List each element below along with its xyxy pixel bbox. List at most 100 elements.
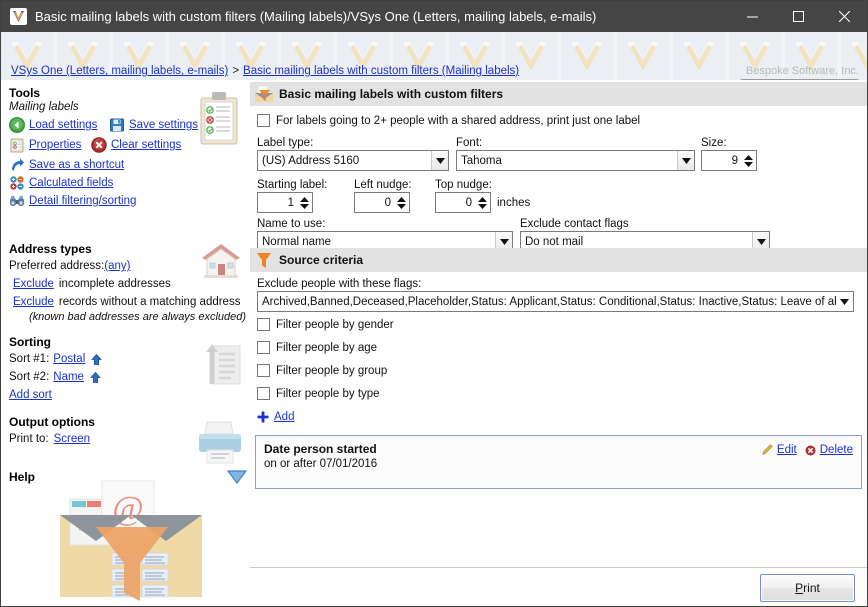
- tool-save-shortcut[interactable]: Save as a shortcut: [9, 156, 249, 174]
- filter-gender-label: Filter people by gender: [276, 319, 394, 331]
- filter-type-label: Filter people by type: [276, 388, 380, 400]
- breadcrumb-root-link[interactable]: VSys One (Letters, mailing labels, e-mai…: [11, 65, 228, 77]
- size-stepper-buttons[interactable]: [741, 151, 756, 170]
- sort-2-label: Sort #2:: [9, 371, 49, 383]
- size-stepper[interactable]: 9: [701, 150, 757, 171]
- red-x-circle-icon: [91, 137, 107, 153]
- tool-detail-filtering[interactable]: Detail filtering/sorting: [9, 192, 249, 210]
- starting-label-stepper-buttons[interactable]: [297, 193, 312, 212]
- exclude-incomplete-link[interactable]: Exclude: [13, 278, 54, 290]
- funnel-icon: [254, 250, 274, 270]
- tool-save-settings-label[interactable]: Save settings: [129, 119, 198, 131]
- name-to-use-field: Name to use: Normal name: [257, 218, 513, 252]
- left-nudge-label: Left nudge:: [354, 179, 412, 191]
- exclude-nomatch-text: records without a matching address: [59, 296, 241, 308]
- add-criterion-row[interactable]: Add: [257, 411, 294, 423]
- main-panel: Basic mailing labels with custom filters…: [250, 80, 867, 567]
- font-value: Tahoma: [457, 155, 677, 167]
- exclude-incomplete-text: incomplete addresses: [59, 278, 171, 290]
- print-button[interactable]: Print: [760, 574, 855, 602]
- print-to-row: Print to: Screen: [9, 430, 249, 448]
- font-combo[interactable]: Tahoma: [456, 150, 695, 171]
- criterion-detail: on or after 07/01/2016: [264, 458, 377, 470]
- tool-clear-settings-label[interactable]: Clear settings: [111, 139, 181, 151]
- filter-gender-checkbox[interactable]: [257, 318, 270, 331]
- criterion-edit-link[interactable]: Edit: [777, 444, 797, 456]
- mail-funnel-illustration: @: [56, 475, 206, 607]
- shared-address-checkbox[interactable]: [257, 114, 270, 127]
- chevron-down-icon[interactable]: [836, 292, 853, 311]
- top-nudge-stepper-buttons[interactable]: [475, 193, 490, 212]
- close-button[interactable]: [821, 1, 867, 32]
- section-title-source-criteria: Source criteria: [279, 253, 363, 267]
- label-type-combo[interactable]: (US) Address 5160: [257, 150, 449, 171]
- tool-save-shortcut-label[interactable]: Save as a shortcut: [29, 159, 124, 171]
- label-type-label: Label type:: [257, 137, 449, 149]
- sort-1-ascending-icon[interactable]: [90, 353, 103, 366]
- criterion-title: Date person started: [264, 442, 377, 456]
- chevron-down-icon[interactable]: [431, 151, 448, 170]
- chevron-down-icon[interactable]: [677, 151, 694, 170]
- breadcrumb-current-link[interactable]: Basic mailing labels with custom filters…: [243, 65, 519, 77]
- vsys-app-icon: [10, 8, 27, 25]
- blue-arrow-icon: [9, 157, 25, 173]
- tool-detail-filtering-label[interactable]: Detail filtering/sorting: [29, 195, 136, 207]
- breadcrumb-separator: >: [232, 65, 239, 77]
- filter-gender-row[interactable]: Filter people by gender: [257, 318, 394, 331]
- window-title: Basic mailing labels with custom filters…: [35, 9, 729, 24]
- tool-calculated-fields[interactable]: Calculated fields: [9, 174, 249, 192]
- shared-address-checkbox-row[interactable]: For labels going to 2+ people with a sha…: [257, 114, 640, 127]
- delete-circle-icon[interactable]: [805, 445, 816, 456]
- preferred-address-value-link[interactable]: (any): [104, 260, 130, 272]
- tool-clear-settings[interactable]: Clear settings: [91, 136, 181, 154]
- add-sort-link[interactable]: Add sort: [9, 389, 52, 401]
- starting-label-stepper[interactable]: 1: [257, 192, 313, 213]
- left-nudge-stepper[interactable]: 0: [354, 192, 410, 213]
- maximize-button[interactable]: [775, 1, 821, 32]
- tool-properties[interactable]: Properties: [9, 136, 81, 154]
- sort-2-field-link[interactable]: Name: [53, 371, 84, 383]
- tool-properties-label[interactable]: Properties: [29, 139, 81, 151]
- size-label: Size:: [701, 137, 757, 149]
- shared-address-label: For labels going to 2+ people with a sha…: [276, 115, 640, 127]
- exclude-flags-combo[interactable]: Archived,Banned,Deceased,Placeholder,Sta…: [257, 291, 854, 312]
- filter-type-checkbox[interactable]: [257, 387, 270, 400]
- dots-grid-icon: [9, 175, 25, 191]
- print-to-label: Print to:: [9, 433, 49, 445]
- binoculars-icon: [9, 193, 25, 209]
- add-criterion-link[interactable]: Add: [274, 411, 294, 423]
- print-to-value-link[interactable]: Screen: [54, 433, 90, 445]
- criterion-delete-link[interactable]: Delete: [820, 444, 853, 456]
- watermark-tile: [673, 32, 725, 80]
- label-type-value: (US) Address 5160: [258, 155, 431, 167]
- exclude-nomatch-link[interactable]: Exclude: [13, 296, 54, 308]
- sort-2-row: Sort #2: Name: [9, 368, 249, 386]
- filter-age-checkbox[interactable]: [257, 341, 270, 354]
- sort-2-ascending-icon[interactable]: [89, 371, 102, 384]
- section-title-basic-labels: Basic mailing labels with custom filters: [279, 87, 503, 101]
- left-nudge-stepper-buttons[interactable]: [394, 193, 409, 212]
- filter-age-label: Filter people by age: [276, 342, 377, 354]
- tool-load-settings-label[interactable]: Load settings: [29, 119, 97, 131]
- filter-group-checkbox[interactable]: [257, 364, 270, 377]
- help-heading: Help: [9, 470, 249, 484]
- minimize-button[interactable]: [729, 1, 775, 32]
- top-nudge-label: Top nudge:: [435, 179, 530, 191]
- tool-calculated-fields-label[interactable]: Calculated fields: [29, 177, 113, 189]
- pencil-edit-icon[interactable]: [761, 444, 773, 456]
- preferred-address-row: Preferred address: (any): [9, 257, 249, 275]
- tool-load-settings[interactable]: Load settings: [9, 116, 97, 134]
- filter-age-row[interactable]: Filter people by age: [257, 341, 377, 354]
- top-nudge-stepper[interactable]: 0: [435, 192, 491, 213]
- back-button[interactable]: Back: [740, 79, 859, 80]
- exclude-flags-value: Archived,Banned,Deceased,Placeholder,Sta…: [258, 296, 836, 308]
- address-types-heading: Address types: [9, 242, 249, 256]
- sort-1-field-link[interactable]: Postal: [53, 353, 85, 365]
- filter-type-row[interactable]: Filter people by type: [257, 387, 380, 400]
- window-controls: [729, 1, 867, 32]
- criterion-card: Date person started on or after 07/01/20…: [255, 435, 862, 489]
- add-sort-row: Add sort: [9, 386, 249, 404]
- tool-save-settings[interactable]: Save settings: [109, 116, 198, 134]
- filter-group-row[interactable]: Filter people by group: [257, 364, 387, 377]
- watermark-tile: [617, 32, 669, 80]
